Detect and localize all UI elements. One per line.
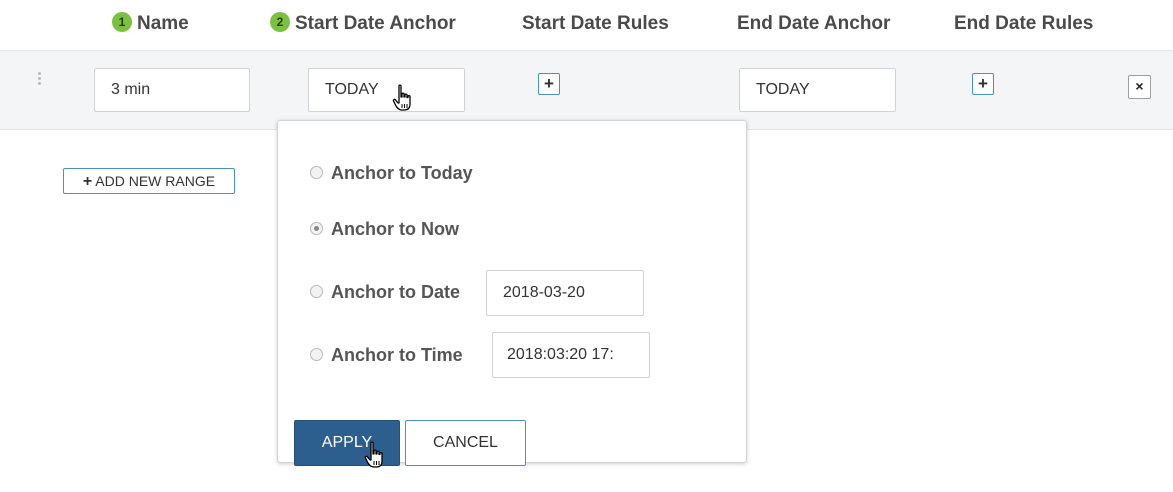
option-anchor-now[interactable]: Anchor to Now	[310, 219, 459, 240]
add-end-rule-button[interactable]: +	[972, 73, 994, 95]
anchor-time-input[interactable]: 2018:03:20 17:	[492, 332, 650, 378]
column-header-end-rules: End Date Rules	[954, 13, 1094, 34]
end-anchor-input[interactable]: TODAY	[739, 68, 896, 112]
radio-anchor-time[interactable]	[310, 347, 323, 361]
radio-anchor-now[interactable]	[310, 221, 323, 235]
range-name-input[interactable]: 3 min	[94, 68, 250, 112]
option-anchor-today-label: Anchor to Today	[331, 163, 473, 183]
column-header-name: 1 Name	[112, 0, 189, 48]
plus-icon: +	[82, 173, 93, 190]
column-header-start-anchor-label: Start Date Anchor	[295, 13, 456, 34]
apply-button[interactable]: APPLY	[294, 420, 400, 466]
anchor-date-input[interactable]: 2018-03-20	[486, 270, 644, 316]
column-header-end-anchor: End Date Anchor	[737, 13, 891, 34]
remove-range-button[interactable]: ×	[1128, 75, 1151, 99]
plus-icon: +	[978, 74, 988, 93]
radio-anchor-date[interactable]	[310, 284, 323, 298]
column-header-name-label: Name	[137, 13, 189, 34]
add-new-range-button[interactable]: + ADD NEW RANGE	[63, 168, 235, 194]
start-anchor-input[interactable]: TODAY	[308, 68, 465, 112]
close-icon: ×	[1135, 78, 1144, 94]
cancel-button[interactable]: CANCEL	[405, 420, 526, 466]
add-start-rule-button[interactable]: +	[538, 73, 560, 95]
step-badge-2: 2	[270, 11, 290, 32]
option-anchor-time-label: Anchor to Time	[331, 345, 463, 365]
column-header-start-rules: Start Date Rules	[522, 13, 669, 34]
step-badge-1: 1	[112, 11, 132, 32]
drag-handle-icon[interactable]	[38, 72, 44, 88]
column-header-start-anchor: 2 Start Date Anchor	[270, 0, 456, 48]
option-anchor-now-label: Anchor to Now	[331, 219, 459, 239]
option-anchor-date-label: Anchor to Date	[331, 282, 461, 302]
option-anchor-date[interactable]: Anchor to Date	[310, 282, 460, 303]
plus-icon: +	[544, 74, 554, 93]
add-new-range-label: ADD NEW RANGE	[95, 173, 216, 189]
radio-anchor-today[interactable]	[310, 165, 323, 179]
option-anchor-today[interactable]: Anchor to Today	[310, 163, 473, 184]
option-anchor-time[interactable]: Anchor to Time	[310, 345, 463, 366]
start-anchor-value: TODAY	[325, 81, 379, 98]
